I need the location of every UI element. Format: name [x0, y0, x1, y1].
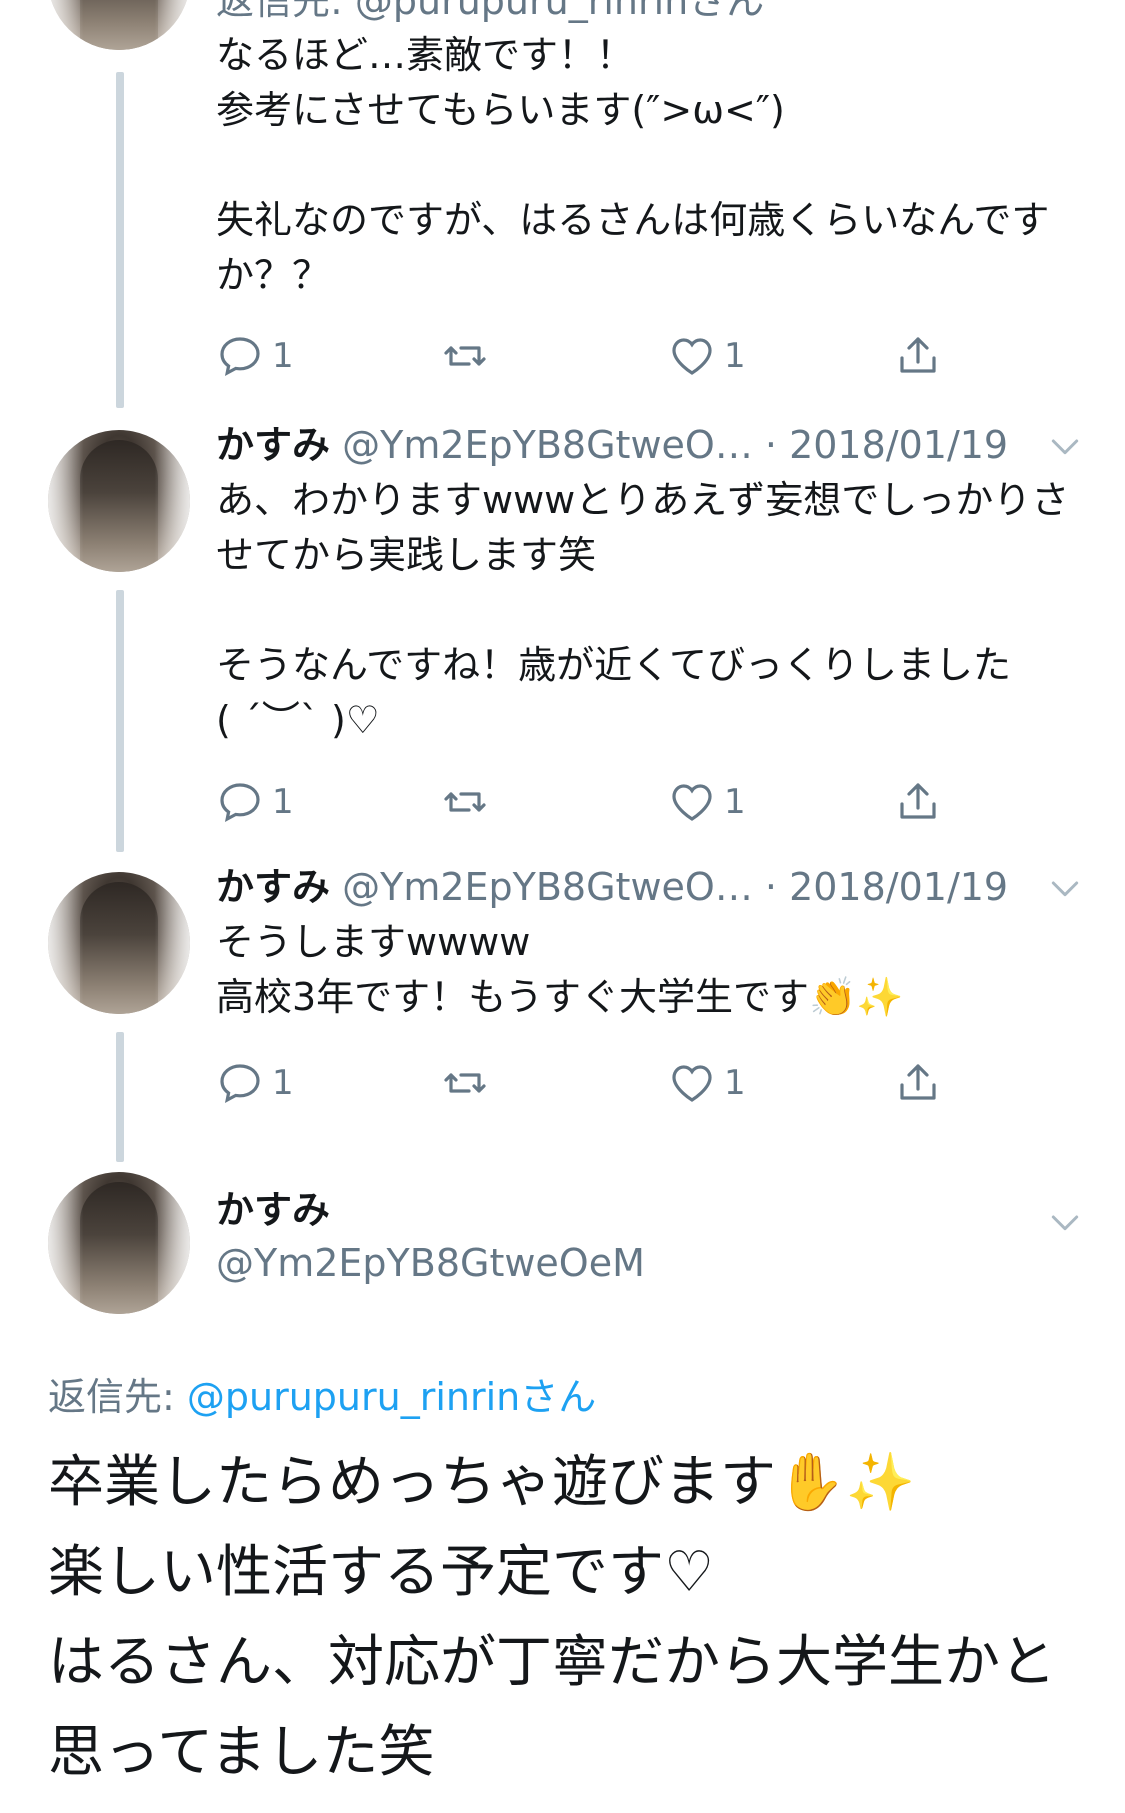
tweet-actions: 1 1	[216, 772, 976, 832]
share-button[interactable]	[894, 1053, 942, 1113]
tweet-text: あ、わかりますwwwとりあえず妄想でしっかりさせてから実践します笑 そうなんです…	[216, 478, 1070, 742]
retweet-icon	[444, 346, 486, 366]
avatar[interactable]	[48, 872, 190, 1014]
like-button[interactable]: 1	[668, 772, 746, 832]
reply-to-line: 返信先: @purupuru_rinrinさん	[48, 1372, 596, 1422]
heart-icon	[672, 338, 712, 375]
user-handle[interactable]: @Ym2EpYB8GtweO…	[342, 423, 753, 467]
tweet-date[interactable]: · 2018/01/19	[765, 423, 1008, 467]
retweet-button[interactable]	[441, 1053, 489, 1113]
reply-button[interactable]: 1	[216, 1053, 294, 1113]
like-count: 1	[724, 336, 746, 376]
avatar[interactable]	[48, 430, 190, 572]
user-handle[interactable]: @Ym2EpYB8GtweOeM	[216, 1238, 645, 1288]
share-icon	[900, 337, 936, 373]
reply-count: 1	[272, 782, 294, 822]
share-icon	[900, 1064, 936, 1100]
heart-icon	[672, 1065, 712, 1102]
like-count: 1	[724, 782, 746, 822]
reply-icon	[220, 337, 260, 377]
display-name[interactable]: かすみ	[216, 423, 330, 467]
tweet-actions: 1 1	[216, 1053, 976, 1113]
retweet-icon	[444, 792, 486, 812]
reply-button[interactable]: 1	[216, 772, 294, 832]
thread-line	[116, 590, 124, 852]
tweet-date[interactable]: · 2018/01/19	[765, 865, 1008, 909]
like-button[interactable]: 1	[668, 1053, 746, 1113]
user-handle[interactable]: @Ym2EpYB8GtweO…	[342, 865, 753, 909]
retweet-button[interactable]	[441, 326, 489, 386]
share-button[interactable]	[894, 772, 942, 832]
like-button[interactable]: 1	[668, 326, 746, 386]
chevron-down-icon[interactable]	[1045, 868, 1085, 908]
display-name[interactable]: かすみ	[216, 865, 330, 909]
share-icon	[900, 783, 936, 819]
avatar[interactable]	[48, 0, 190, 50]
tweet-text: そうしますwwww 高校3年です！もうすぐ大学生です👏✨	[216, 920, 904, 1019]
share-button[interactable]	[894, 326, 942, 386]
retweet-button[interactable]	[441, 772, 489, 832]
tweet-header: かすみ @Ym2EpYB8GtweO… · 2018/01/19	[216, 860, 1096, 915]
partial-reply-to: 返信先: @purupuru_rinrinさん	[216, 0, 765, 23]
thread-line	[116, 1032, 124, 1162]
reply-count: 1	[272, 1063, 294, 1103]
avatar[interactable]	[48, 1172, 190, 1314]
reply-to-user-link[interactable]: @purupuru_rinrinさん	[187, 1375, 596, 1419]
like-count: 1	[724, 1063, 746, 1103]
reply-icon	[220, 1064, 260, 1104]
chevron-down-icon[interactable]	[1045, 426, 1085, 466]
reply-to-label: 返信先:	[48, 1375, 187, 1419]
chevron-down-icon[interactable]	[1045, 1202, 1085, 1242]
main-tweet-text: 卒業したらめっちゃ遊びます✋✨ 楽しい性活する予定です♡ はるさん、対応が丁寧だ…	[48, 1450, 1056, 1785]
display-name[interactable]: かすみ	[216, 1185, 330, 1235]
tweet-actions: 1 1	[216, 326, 976, 386]
reply-icon	[220, 783, 260, 823]
retweet-icon	[444, 1073, 486, 1093]
heart-icon	[672, 784, 712, 821]
tweet-header: かすみ @Ym2EpYB8GtweO… · 2018/01/19	[216, 418, 1096, 473]
reply-button[interactable]: 1	[216, 326, 294, 386]
thread-line	[116, 72, 124, 408]
tweet-text: なるほど…素敵です！！ 参考にさせてもらいます(″>ω<″) 失礼なのですが、は…	[216, 33, 1050, 297]
reply-count: 1	[272, 336, 294, 376]
